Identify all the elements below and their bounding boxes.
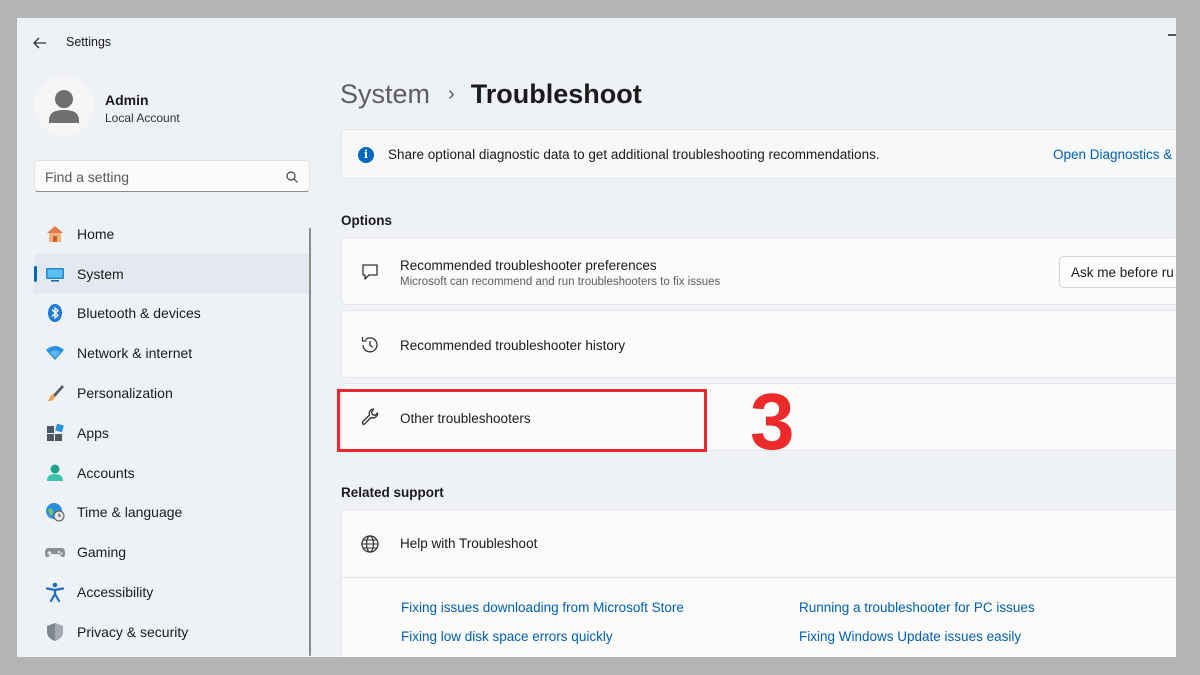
search-icon: [286, 171, 298, 183]
sidebar-item-network[interactable]: Network & internet: [34, 333, 310, 373]
gamepad-icon: [44, 541, 66, 563]
user-name: Admin: [105, 92, 149, 108]
sidebar-item-label: Apps: [77, 424, 109, 441]
sidebar-item-system[interactable]: System: [34, 253, 310, 294]
back-button[interactable]: [29, 32, 51, 54]
account-type: Local Account: [105, 111, 180, 125]
info-icon: i: [358, 147, 374, 163]
open-diagnostics-link[interactable]: Open Diagnostics &: [1053, 147, 1172, 162]
annotation-highlight-box: [337, 389, 707, 452]
diagnostics-info-bar: i Share optional diagnostic data to get …: [341, 129, 1176, 179]
search-box[interactable]: [34, 160, 310, 192]
globe-clock-icon: [44, 501, 66, 523]
brush-icon: [44, 382, 66, 404]
system-icon: [44, 263, 66, 285]
sidebar-item-home[interactable]: Home: [34, 214, 310, 254]
user-icon: [49, 90, 79, 123]
options-heading: Options: [341, 213, 392, 228]
minimize-button[interactable]: [1168, 34, 1176, 36]
accessibility-icon: [44, 581, 66, 603]
app-title: Settings: [66, 35, 112, 49]
sidebar-item-label: Personalization: [77, 385, 173, 402]
info-text: Share optional diagnostic data to get ad…: [388, 147, 880, 162]
help-troubleshoot-header[interactable]: Help with Troubleshoot: [342, 510, 1176, 578]
troubleshooter-preference-dropdown[interactable]: Ask me before ru: [1059, 256, 1176, 288]
help-link-windows-update[interactable]: Fixing Windows Update issues easily: [799, 629, 1021, 644]
sidebar-item-label: System: [77, 265, 124, 282]
shield-icon: [44, 621, 66, 643]
page-title: Troubleshoot: [470, 78, 642, 109]
preferences-title: Recommended troubleshooter preferences: [400, 258, 657, 273]
home-icon: [44, 223, 66, 245]
annotation-step-number: 3: [750, 377, 795, 466]
bluetooth-icon: [44, 302, 66, 324]
chat-bubble-icon: [359, 261, 381, 283]
sidebar-item-privacy-security[interactable]: Privacy & security: [34, 612, 310, 652]
sidebar-nav: Home System Bluetooth & devices Network …: [34, 214, 310, 652]
sidebar-scrollbar[interactable]: [309, 228, 311, 656]
history-icon: [359, 334, 381, 356]
breadcrumb: System › Troubleshoot: [340, 74, 642, 114]
sidebar-item-label: Home: [77, 225, 115, 242]
sidebar-item-label: Time & language: [77, 504, 183, 521]
search-input[interactable]: [45, 167, 275, 187]
settings-window: Settings Admin Local Account Home: [17, 18, 1176, 657]
help-link-disk-space[interactable]: Fixing low disk space errors quickly: [401, 629, 613, 644]
sidebar-item-personalization[interactable]: Personalization: [34, 373, 310, 413]
history-title: Recommended troubleshooter history: [400, 338, 626, 353]
sidebar-item-label: Privacy & security: [77, 623, 189, 640]
help-link-pc-issues[interactable]: Running a troubleshooter for PC issues: [799, 600, 1035, 615]
globe-icon: [359, 533, 381, 555]
chevron-right-icon: ›: [448, 82, 455, 105]
sidebar-item-accessibility[interactable]: Accessibility: [34, 572, 310, 612]
sidebar-item-label: Accessibility: [77, 584, 154, 601]
troubleshooter-history-card[interactable]: Recommended troubleshooter history: [341, 310, 1176, 378]
apps-icon: [44, 422, 66, 444]
user-profile[interactable]: Admin Local Account: [34, 76, 314, 136]
sidebar-item-label: Bluetooth & devices: [77, 305, 201, 322]
accounts-icon: [44, 462, 66, 484]
sidebar-item-accounts[interactable]: Accounts: [34, 453, 310, 493]
troubleshooter-preferences-card: Recommended troubleshooter preferences M…: [341, 237, 1176, 305]
help-troubleshoot-title: Help with Troubleshoot: [400, 536, 538, 551]
sidebar-item-time-language[interactable]: Time & language: [34, 493, 310, 533]
wifi-icon: [44, 342, 66, 364]
breadcrumb-system-link[interactable]: System: [340, 79, 430, 110]
back-arrow-icon: [33, 37, 46, 49]
sidebar-item-label: Gaming: [77, 544, 127, 561]
preferences-subtitle: Microsoft can recommend and run troubles…: [400, 276, 721, 288]
related-support-heading: Related support: [341, 485, 444, 500]
sidebar-item-apps[interactable]: Apps: [34, 413, 310, 453]
sidebar-item-gaming[interactable]: Gaming: [34, 532, 310, 572]
sidebar-item-bluetooth[interactable]: Bluetooth & devices: [34, 294, 310, 334]
help-troubleshoot-card: Help with Troubleshoot Fixing issues dow…: [341, 509, 1176, 657]
sidebar-item-label: Network & internet: [77, 345, 193, 362]
avatar: [34, 76, 94, 136]
title-bar: Settings: [17, 18, 1176, 66]
help-link-microsoft-store[interactable]: Fixing issues downloading from Microsoft…: [401, 600, 684, 615]
sidebar-item-label: Accounts: [77, 464, 135, 481]
